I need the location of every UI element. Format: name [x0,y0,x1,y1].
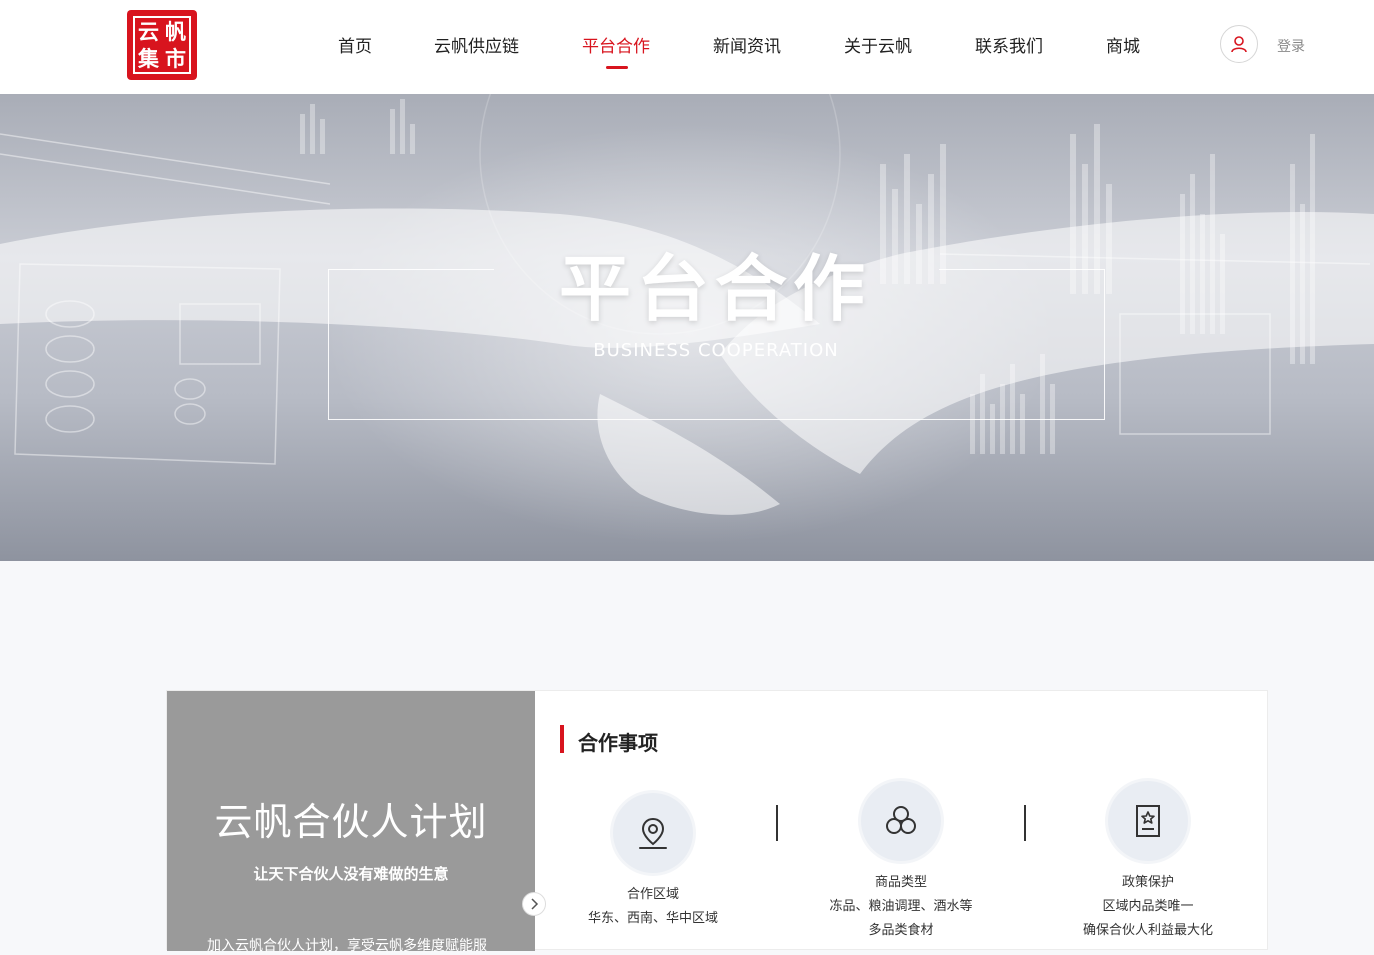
nav-item-news[interactable]: 新闻资讯 [713,32,781,58]
feature-title: 政策保护 [1121,875,1174,890]
feature-detail: 确保合伙人利益最大化 [1082,923,1213,938]
chevron-right-icon [531,898,539,910]
section-title: 合作事项 [578,731,658,755]
feature-policy: 政策保护 区域内品类唯一 确保合伙人利益最大化 [1038,781,1258,943]
feature-goods-type: 商品类型 冻品、粮油调理、酒水等 多品类食材 [791,781,1011,943]
section-title-marker [560,725,564,753]
nav-active-indicator [606,66,628,69]
nav-item-home[interactable]: 首页 [338,32,372,58]
user-icon [1231,36,1247,53]
feature-icon-circle [1108,781,1188,861]
hero-banner: 平台合作 BUSINESS COOPERATION [0,94,1374,561]
nav-item-contact[interactable]: 联系我们 [975,32,1043,58]
partner-plan-panel: 云帆合伙人计划 让天下合伙人没有难做的生意 加入云帆合伙人计划，享受云帆多维度赋… [167,691,535,954]
feature-detail: 冻品、粮油调理、酒水等 [829,899,973,914]
partner-plan-description: 加入云帆合伙人计划，享受云帆多维度赋能服 [207,938,487,954]
nav-item-supply-chain[interactable]: 云帆供应链 [434,32,519,58]
feature-icon-circle [861,781,941,861]
site-header: 云 帆 集 市 首页 云帆供应链 平台合作 新闻资讯 关于云帆 联系我们 商城 … [0,0,1374,94]
feature-region: 合作区域 华东、西南、华中区域 [543,793,763,931]
nav-item-mall[interactable]: 商城 [1106,32,1140,58]
cooperation-card: 云帆合伙人计划 让天下合伙人没有难做的生意 加入云帆合伙人计划，享受云帆多维度赋… [166,690,1268,954]
nav-item-about[interactable]: 关于云帆 [844,32,912,58]
feature-title: 商品类型 [874,875,927,890]
feature-title: 合作区域 [626,887,679,902]
login-link[interactable]: 登录 [1277,36,1305,56]
feature-text: 合作区域 华东、西南、华中区域 [543,883,763,931]
feature-text: 商品类型 冻品、粮油调理、酒水等 多品类食材 [791,871,1011,943]
banner-subtitle: BUSINESS COOPERATION [593,340,839,361]
logo[interactable]: 云 帆 集 市 [127,10,197,80]
nav-item-cooperation[interactable]: 平台合作 [582,32,650,58]
feature-detail: 华东、西南、华中区域 [587,911,718,926]
feature-divider [776,805,778,841]
link-icon [886,806,916,834]
user-button[interactable] [1220,25,1258,63]
feature-divider [1024,805,1026,841]
feature-detail: 多品类食材 [868,923,934,938]
partner-plan-slogan: 让天下合伙人没有难做的生意 [253,865,449,883]
logo-char: 帆 [165,19,186,44]
logo-char: 市 [165,46,186,71]
feature-text: 政策保护 区域内品类唯一 确保合伙人利益最大化 [1038,871,1258,943]
logo-char: 集 [138,46,159,71]
banner-title: 平台合作 [558,247,871,331]
logo-char: 云 [138,19,159,44]
logo-mark: 云 帆 集 市 [133,16,191,74]
feature-detail: 区域内品类唯一 [1102,899,1194,914]
certificate-icon [1136,805,1160,837]
feature-icon-circle [613,793,693,873]
location-icon [639,817,667,849]
partner-plan-title: 云帆合伙人计划 [214,800,488,844]
